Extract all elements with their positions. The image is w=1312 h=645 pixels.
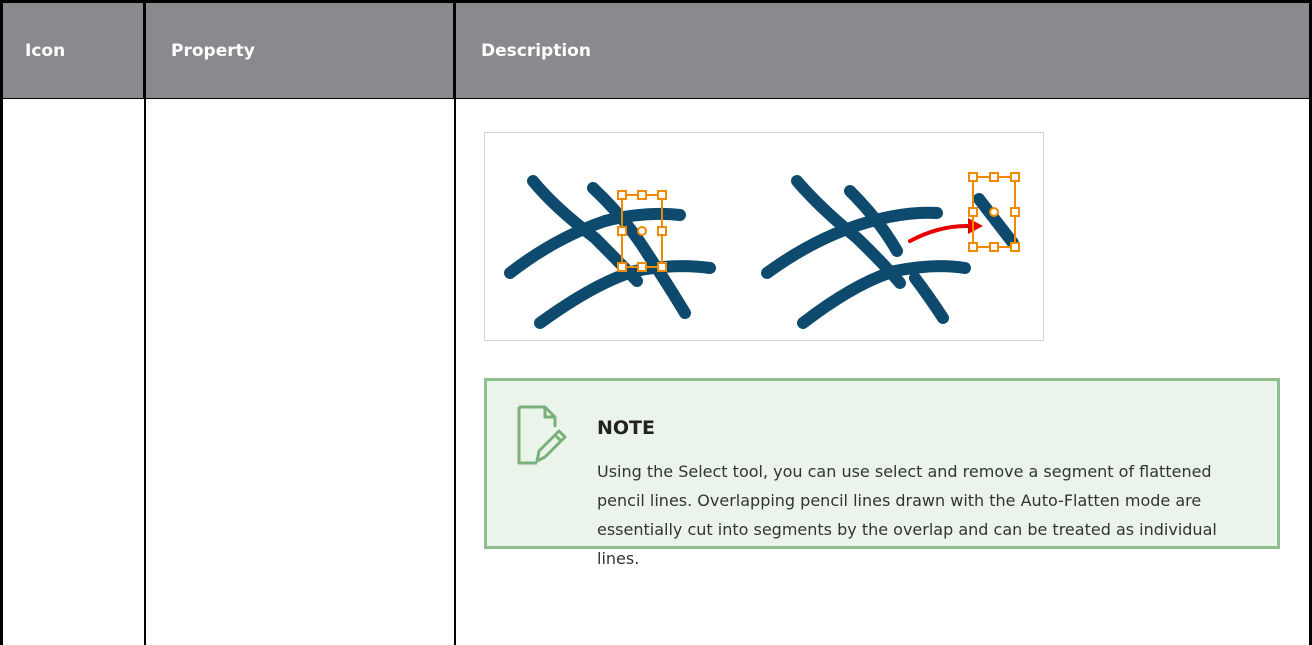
- note-box: NOTE Using the Select tool, you can use …: [484, 378, 1280, 549]
- header-property: Property: [145, 2, 455, 99]
- pencil-note-icon: [515, 403, 567, 467]
- cell-property: [145, 99, 455, 645]
- move-arrow: [910, 226, 970, 241]
- note-title: NOTE: [597, 417, 655, 439]
- table-header-row: Icon Property Description: [2, 2, 1311, 99]
- pencil-strokes-left: [510, 181, 710, 323]
- flatten-illustration: [484, 132, 1044, 341]
- move-arrowhead: [968, 218, 983, 234]
- illustration-svg: [485, 133, 1043, 340]
- pencil-note-icon-svg: [515, 403, 567, 467]
- pencil-strokes-right: [767, 181, 965, 323]
- note-text: Using the Select tool, you can use selec…: [597, 457, 1247, 573]
- selection-box-left: [618, 191, 666, 271]
- moved-segment: [979, 199, 1013, 243]
- cell-icon: [2, 99, 145, 645]
- header-description: Description: [455, 2, 1311, 99]
- header-icon: Icon: [2, 2, 145, 99]
